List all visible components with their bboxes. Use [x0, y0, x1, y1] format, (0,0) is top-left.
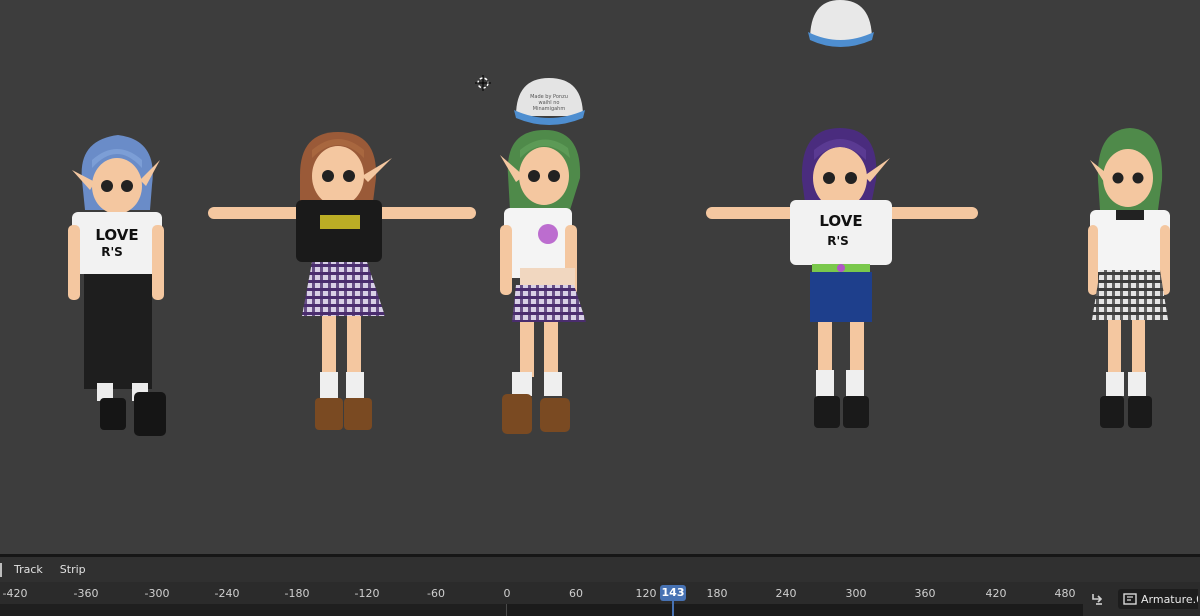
playhead-frame-indicator[interactable]: 143	[660, 585, 686, 601]
nla-track-controls: Armature.00	[1083, 582, 1200, 616]
tick-label: 180	[706, 587, 728, 600]
cursor-icon[interactable]	[475, 75, 491, 91]
tick-label: 240	[775, 587, 797, 600]
nla-timeline[interactable]: -420 -360 -300 -240 -180 -120 -60 0 60 1…	[0, 582, 1200, 616]
tick-label: 120	[635, 587, 657, 600]
tick-label: 480	[1054, 587, 1076, 600]
tick-label: 420	[985, 587, 1007, 600]
tick-label: -300	[144, 587, 170, 600]
character-blue-hair[interactable]: LOVE R'S	[68, 135, 166, 436]
tick-label: -360	[73, 587, 99, 600]
shirt-text-love: LOVE	[95, 226, 138, 244]
menu-track[interactable]: Track	[14, 563, 43, 576]
tick-label: 60	[569, 587, 583, 600]
character-purple-hair[interactable]: LOVE R'S	[706, 128, 978, 428]
tick-label: 0	[503, 587, 511, 600]
tick-label: 360	[914, 587, 936, 600]
tick-label: -180	[284, 587, 310, 600]
shirt-text-rs-2: R'S	[827, 234, 849, 248]
tick-label: 300	[845, 587, 867, 600]
tick-label: -60	[427, 587, 445, 600]
menu-strip[interactable]: Strip	[60, 563, 86, 576]
tick-label: -420	[2, 587, 28, 600]
cap-floating[interactable]: Made by Ponzu waihl no Minamigahm	[514, 78, 585, 125]
tick-label: -120	[354, 587, 380, 600]
floating-hat[interactable]	[808, 0, 874, 47]
hat-text-3: Minamigahm	[533, 106, 566, 112]
character-green-hair-2[interactable]	[1088, 128, 1170, 428]
frame-ruler[interactable]: -420 -360 -300 -240 -180 -120 -60 0 60 1…	[0, 582, 1083, 604]
link-arrow-icon[interactable]	[1090, 591, 1106, 607]
action-field[interactable]: Armature.00	[1118, 589, 1198, 609]
action-icon	[1123, 593, 1137, 605]
3d-viewport[interactable]: Made by Ponzu waihl no Minamigahm LOVE R…	[0, 0, 1200, 554]
shirt-text-love-2: LOVE	[819, 212, 862, 230]
nla-header: Track Strip	[0, 557, 1200, 582]
character-green-hair[interactable]	[500, 130, 586, 434]
header-edge-marker	[0, 562, 2, 577]
character-brown-hair[interactable]	[208, 132, 476, 430]
action-name: Armature.00	[1141, 592, 1198, 606]
frame-range	[506, 604, 1084, 616]
shirt-text-rs: R'S	[101, 245, 123, 259]
tick-label: -240	[214, 587, 240, 600]
